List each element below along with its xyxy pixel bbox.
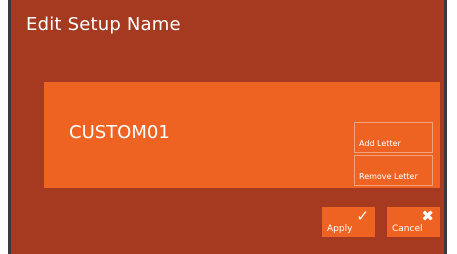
apply-label: Apply xyxy=(327,224,353,234)
name-edit-panel: CUSTOM01 Add Letter Remove Letter xyxy=(44,82,440,188)
close-icon: ✖ xyxy=(421,207,434,225)
add-letter-label: Add Letter xyxy=(359,139,401,148)
dialog-title: Edit Setup Name xyxy=(26,14,181,35)
remove-letter-label: Remove Letter xyxy=(359,172,418,181)
apply-button[interactable]: ✓ Apply xyxy=(322,207,375,237)
setup-name-value[interactable]: CUSTOM01 xyxy=(69,122,170,143)
checkmark-icon: ✓ xyxy=(356,207,369,225)
dialog-border-right xyxy=(444,0,447,254)
cancel-label: Cancel xyxy=(392,224,423,234)
edit-setup-name-dialog: Edit Setup Name CUSTOM01 Add Letter Remo… xyxy=(11,0,444,254)
add-letter-button[interactable]: Add Letter xyxy=(354,122,433,153)
remove-letter-button[interactable]: Remove Letter xyxy=(354,155,433,186)
cancel-button[interactable]: ✖ Cancel xyxy=(387,207,440,237)
